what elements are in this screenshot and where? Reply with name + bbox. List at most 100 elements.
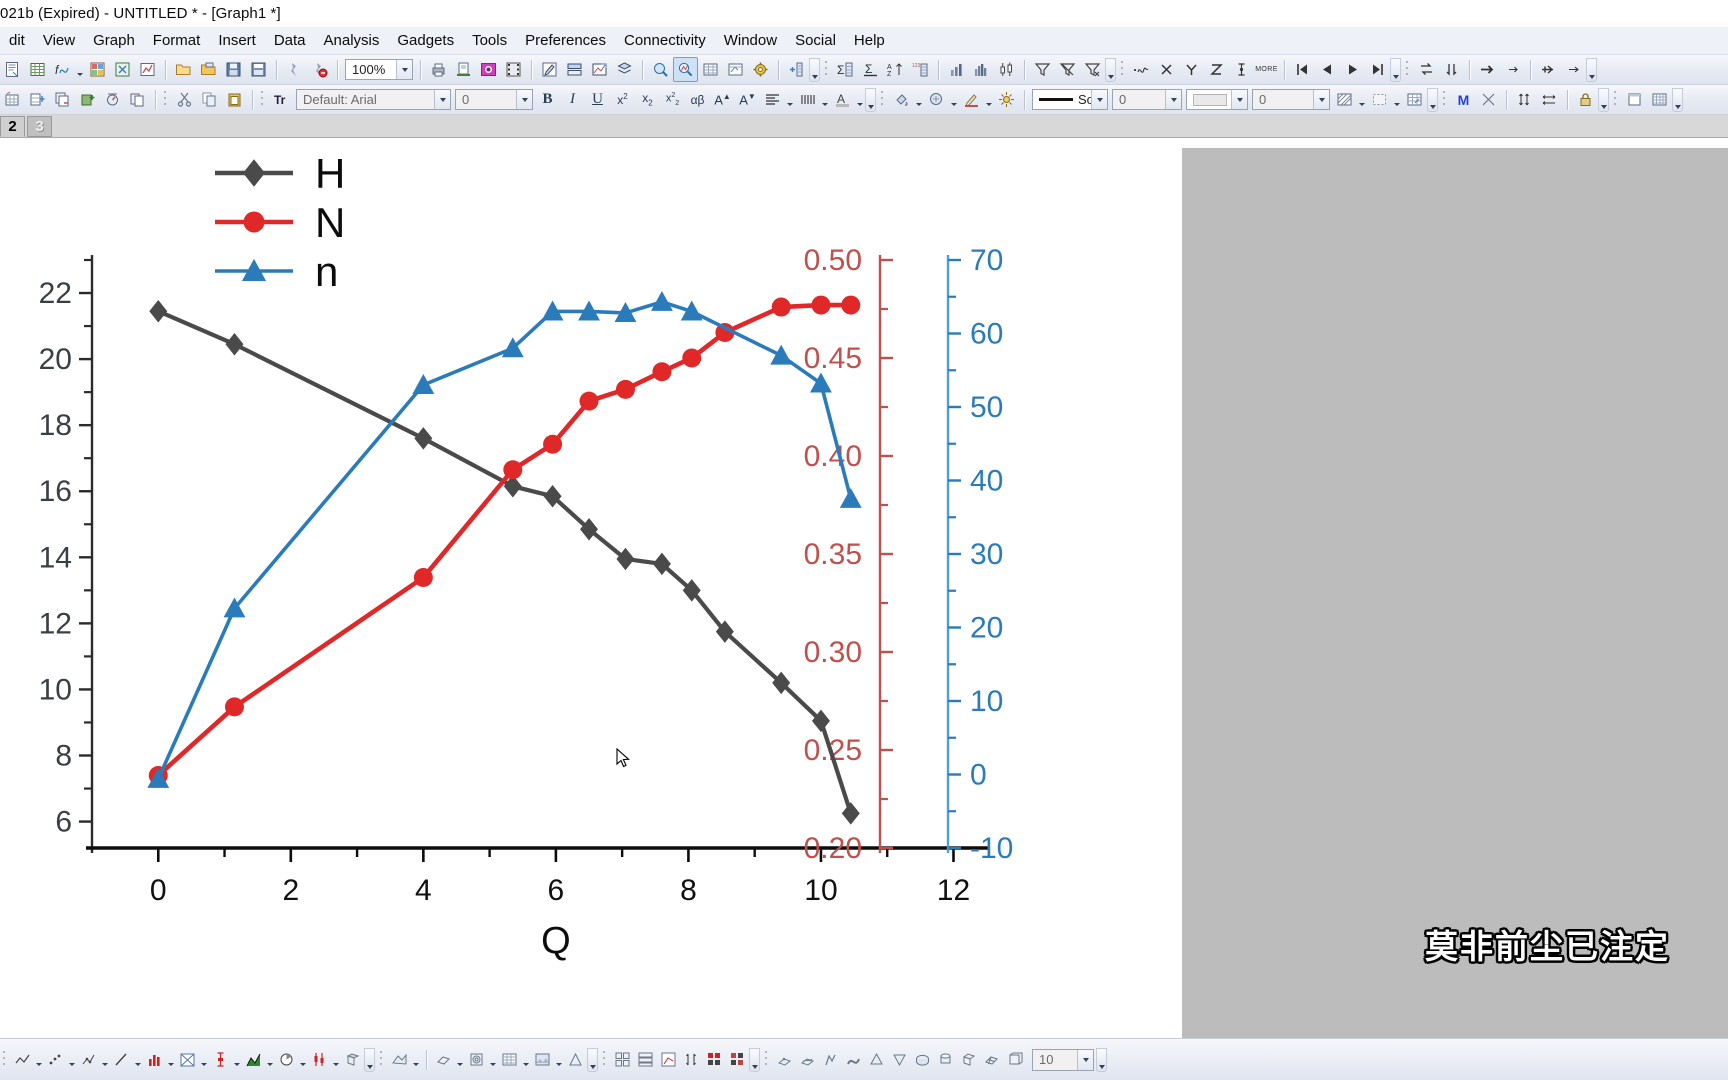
- column-plot-icon[interactable]: [143, 1048, 166, 1071]
- image-plot-dropdown[interactable]: [554, 1047, 564, 1072]
- new-workbook-icon[interactable]: [25, 57, 50, 82]
- x-function-icon[interactable]: [1154, 57, 1179, 82]
- image-plot-icon[interactable]: [531, 1048, 554, 1071]
- align-icon[interactable]: [760, 87, 785, 112]
- merge-graph-icon[interactable]: [562, 57, 587, 82]
- chevron-down-icon[interactable]: [1077, 1049, 1093, 1070]
- sort-descending-icon[interactable]: [1439, 57, 1464, 82]
- window-tab-3[interactable]: 3: [27, 116, 52, 137]
- toolbar-expander[interactable]: [809, 57, 820, 82]
- toolbar-grip[interactable]: [764, 1048, 771, 1071]
- multi-panel-icon[interactable]: [611, 1048, 634, 1071]
- add-plot-icon[interactable]: [75, 87, 100, 112]
- statistics-icon[interactable]: Σ: [833, 57, 858, 82]
- prev-frame-icon[interactable]: [1315, 57, 1340, 82]
- 3d-funnel-icon[interactable]: [888, 1048, 911, 1071]
- next-frame-icon[interactable]: [1340, 57, 1365, 82]
- line-color-icon[interactable]: [959, 87, 984, 112]
- toolbar-expander[interactable]: [1096, 1047, 1107, 1072]
- error-bar-plot-icon[interactable]: [209, 1048, 232, 1071]
- export-graph-icon[interactable]: [476, 57, 501, 82]
- menu-item-analysis[interactable]: Analysis: [315, 30, 389, 51]
- copy-layer-icon[interactable]: [50, 87, 75, 112]
- extract-graph-icon[interactable]: [587, 57, 612, 82]
- new-layer-icon[interactable]: [0, 87, 25, 112]
- underline-icon[interactable]: U: [585, 87, 610, 112]
- stack-panel-icon[interactable]: [634, 1048, 657, 1071]
- fill-color-icon[interactable]: [889, 87, 914, 112]
- 3d-ribbon-icon[interactable]: [842, 1048, 865, 1071]
- align-layers-icon[interactable]: [703, 1048, 726, 1071]
- video-builder-icon[interactable]: [501, 57, 526, 82]
- menu-item-preferences[interactable]: Preferences: [516, 30, 615, 51]
- arrow-right-icon[interactable]: [1561, 57, 1586, 82]
- line-symbol-dropdown[interactable]: [100, 1047, 110, 1072]
- step-right-icon[interactable]: [1500, 57, 1525, 82]
- pie-chart-dropdown[interactable]: [298, 1047, 308, 1072]
- open-template-icon[interactable]: [196, 57, 221, 82]
- window-tab-2[interactable]: 2: [0, 116, 25, 137]
- subscript-icon[interactable]: x2: [635, 87, 660, 112]
- 3d-bar-icon[interactable]: [341, 1048, 364, 1071]
- decrease-font-icon[interactable]: A▼: [735, 87, 760, 112]
- shift-right-icon[interactable]: [1536, 57, 1561, 82]
- chevron-down-icon[interactable]: [1313, 90, 1329, 109]
- filled-area-dropdown[interactable]: [265, 1047, 275, 1072]
- frequency-count-icon[interactable]: 123: [908, 57, 933, 82]
- menu-item-connectivity[interactable]: Connectivity: [615, 30, 715, 51]
- error-bar-plot-dropdown[interactable]: [232, 1047, 242, 1072]
- menu-item-help[interactable]: Help: [845, 30, 894, 51]
- spacing-icon[interactable]: [795, 87, 820, 112]
- stock-chart-dropdown[interactable]: [331, 1047, 341, 1072]
- cut-icon[interactable]: [172, 87, 197, 112]
- chevron-down-icon[interactable]: [434, 90, 450, 109]
- increase-font-icon[interactable]: A▲: [710, 87, 735, 112]
- save-window-icon[interactable]: [246, 57, 271, 82]
- chevron-down-icon[interactable]: [1231, 90, 1247, 109]
- toolbar-grip[interactable]: [379, 1048, 386, 1071]
- marker-size-combo[interactable]: 0: [1252, 89, 1330, 110]
- 3d-pie-icon[interactable]: [911, 1048, 934, 1071]
- first-frame-icon[interactable]: [1290, 57, 1315, 82]
- text-color-icon[interactable]: A: [830, 87, 855, 112]
- line-style-combo[interactable]: Sol: [1032, 89, 1108, 110]
- line-width-combo[interactable]: 0: [1112, 89, 1182, 110]
- toolbar-expander[interactable]: [1586, 57, 1597, 82]
- toolbar-expander[interactable]: [1390, 57, 1401, 82]
- toolbar-expander[interactable]: [364, 1047, 375, 1072]
- menu-item-gadgets[interactable]: Gadgets: [388, 30, 463, 51]
- 3d-wire-icon[interactable]: [432, 1048, 455, 1071]
- print-icon[interactable]: [426, 57, 451, 82]
- new-layout-icon[interactable]: [135, 57, 160, 82]
- add-curve-icon[interactable]: [1129, 57, 1154, 82]
- slope-plot-icon[interactable]: [110, 1048, 133, 1071]
- toolbar-expander[interactable]: [1427, 87, 1438, 112]
- greek-icon[interactable]: αβ: [685, 87, 710, 112]
- 3d-trajectory-icon[interactable]: [796, 1048, 819, 1071]
- window-tab-strip[interactable]: 2 3: [0, 115, 1728, 138]
- line-plot-icon[interactable]: [11, 1048, 34, 1071]
- area-plot-icon[interactable]: [176, 1048, 199, 1071]
- 3d-surface-icon[interactable]: [388, 1048, 411, 1071]
- 3d-scatter-icon[interactable]: [773, 1048, 796, 1071]
- move-right-icon[interactable]: [1475, 57, 1500, 82]
- histogram-icon[interactable]: [969, 57, 994, 82]
- new-excel-icon[interactable]: [110, 57, 135, 82]
- select-data-icon[interactable]: [723, 57, 748, 82]
- pattern-color-dropdown[interactable]: [949, 87, 959, 112]
- menu-item-tools[interactable]: Tools: [463, 30, 516, 51]
- data-reader-icon[interactable]: [673, 57, 698, 82]
- filter-icon[interactable]: [1030, 57, 1055, 82]
- grid-style-icon[interactable]: [1402, 87, 1427, 112]
- 3d-wire-dropdown[interactable]: [455, 1047, 465, 1072]
- double-y-icon[interactable]: [657, 1048, 680, 1071]
- toolbar-grip[interactable]: [880, 88, 887, 111]
- open-icon[interactable]: [171, 57, 196, 82]
- new-function-plot-icon[interactable]: f: [50, 57, 75, 82]
- chevron-down-icon[interactable]: [396, 60, 412, 79]
- 3d-vector-icon[interactable]: [819, 1048, 842, 1071]
- line-color-dropdown[interactable]: [984, 87, 994, 112]
- toolbar-expander[interactable]: [1598, 87, 1609, 112]
- brightness-icon[interactable]: [994, 87, 1019, 112]
- superscript-icon[interactable]: x2: [610, 87, 635, 112]
